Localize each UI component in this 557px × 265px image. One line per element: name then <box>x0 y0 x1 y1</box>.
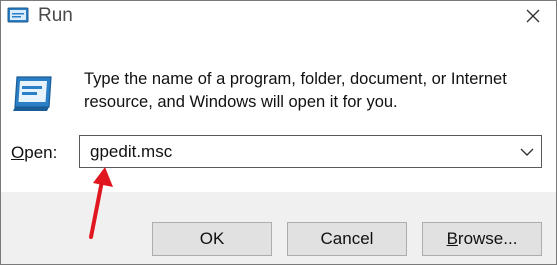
open-input[interactable] <box>80 136 510 167</box>
browse-mnemonic: B <box>446 229 458 248</box>
close-icon[interactable] <box>520 3 546 29</box>
dialog-body: Type the name of a program, folder, docu… <box>1 35 556 192</box>
ok-button[interactable]: OK <box>152 222 272 256</box>
open-combobox[interactable] <box>79 135 542 168</box>
open-label-rest: pen: <box>24 143 58 162</box>
browse-label-rest: rowse... <box>457 229 518 248</box>
chevron-down-icon[interactable] <box>519 145 535 159</box>
button-footer: OK Cancel Browse... <box>1 192 556 264</box>
description-text: Type the name of a program, folder, docu… <box>84 70 507 111</box>
browse-button[interactable]: Browse... <box>422 222 542 256</box>
run-icon <box>7 7 29 23</box>
cancel-button[interactable]: Cancel <box>287 222 407 256</box>
window-title: Run <box>38 5 73 26</box>
title-bar: Run <box>1 1 556 35</box>
run-program-icon <box>13 76 52 111</box>
open-label: Open: <box>11 143 57 163</box>
open-label-mnemonic: O <box>11 143 25 162</box>
run-dialog: Run Type the name of a program, folder, … <box>0 0 557 265</box>
